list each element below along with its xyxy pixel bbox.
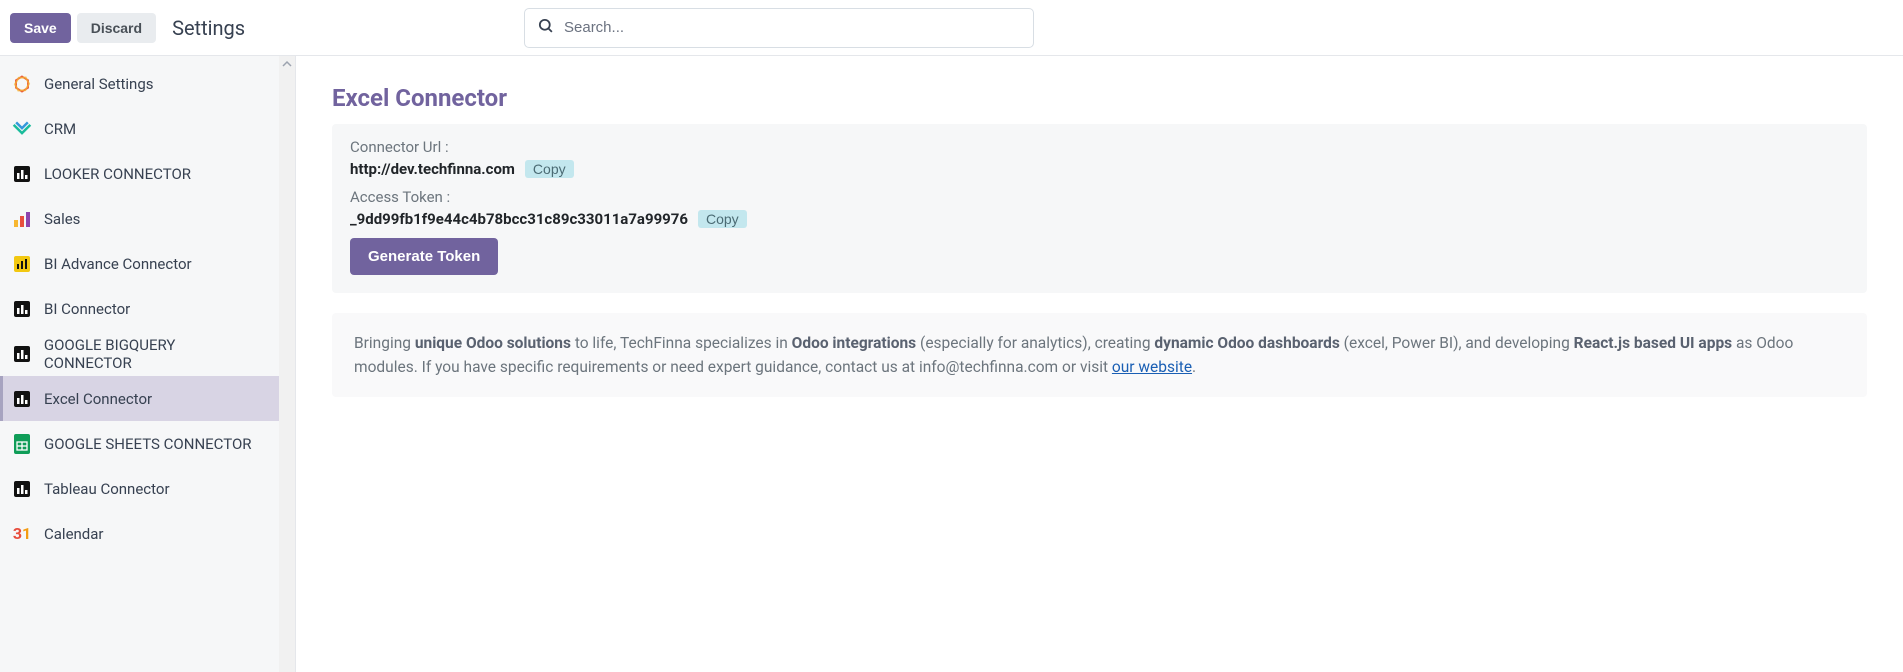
top-bar: Save Discard Settings: [0, 0, 1903, 56]
sidebar-item-label: BI Connector: [44, 300, 130, 318]
copy-url-button[interactable]: Copy: [525, 160, 574, 178]
sidebar-item-label: LOOKER CONNECTOR: [44, 165, 191, 183]
sidebar-item-calendar[interactable]: 31 Calendar: [0, 511, 280, 556]
connector-url-label: Connector Url :: [350, 138, 1849, 156]
sidebar-item-excel-connector[interactable]: Excel Connector: [0, 376, 280, 421]
connector-panel: Connector Url : http://dev.techfinna.com…: [332, 124, 1867, 293]
sidebar-item-label: Calendar: [44, 525, 104, 543]
search-input[interactable]: [564, 19, 1021, 36]
discard-button[interactable]: Discard: [77, 13, 156, 43]
scrollbar-up-icon[interactable]: [279, 56, 295, 72]
copy-token-button[interactable]: Copy: [698, 210, 747, 228]
sidebar-item-general-settings[interactable]: General Settings: [0, 61, 280, 106]
bigquery-icon: [8, 345, 36, 363]
info-text: .: [1192, 358, 1196, 376]
save-button[interactable]: Save: [10, 13, 71, 43]
sidebar-item-label: Sales: [44, 210, 80, 228]
search-box[interactable]: [524, 8, 1034, 48]
info-highlight: dynamic Odoo dashboards: [1154, 334, 1339, 352]
settings-sidebar: General Settings CRM LOOKER CONNECTO: [0, 56, 296, 672]
sidebar-item-label: CRM: [44, 120, 76, 138]
sidebar-item-looker-connector[interactable]: LOOKER CONNECTOR: [0, 151, 280, 196]
sidebar-item-tableau-connector[interactable]: Tableau Connector: [0, 466, 280, 511]
generate-token-button[interactable]: Generate Token: [350, 238, 498, 275]
access-token-label: Access Token :: [350, 188, 1849, 206]
page-title: Settings: [172, 16, 245, 40]
info-highlight: React.js based UI apps: [1574, 334, 1732, 352]
sidebar-item-sales[interactable]: Sales: [0, 196, 280, 241]
bi-icon: [8, 300, 36, 318]
access-token-value: _9dd99fb1f9e44c4b78bcc31c89c33011a7a9997…: [350, 210, 688, 228]
search-icon: [537, 17, 554, 38]
excel-icon: [8, 390, 36, 408]
looker-icon: [8, 165, 36, 183]
info-text: or visit: [1062, 358, 1112, 376]
website-link[interactable]: our website: [1112, 358, 1192, 376]
crm-icon: [8, 120, 36, 138]
tableau-icon: [8, 480, 36, 498]
info-highlight: unique Odoo solutions: [415, 334, 571, 352]
sidebar-scrollbar[interactable]: [279, 56, 295, 672]
info-text: to life, TechFinna specializes in: [575, 334, 792, 352]
sales-icon: [8, 210, 36, 228]
settings-content: Excel Connector Connector Url : http://d…: [296, 56, 1903, 672]
info-panel: Bringing unique Odoo solutions to life, …: [332, 313, 1867, 397]
connector-url-value: http://dev.techfinna.com: [350, 160, 515, 178]
sheets-icon: [8, 434, 36, 454]
info-email: info@techfinna.com: [919, 358, 1058, 376]
sidebar-item-bi-connector[interactable]: BI Connector: [0, 286, 280, 331]
sidebar-item-google-bigquery-connector[interactable]: GOOGLE BIGQUERY CONNECTOR: [0, 331, 280, 376]
section-title: Excel Connector: [332, 84, 1867, 112]
search-container: [524, 8, 1034, 48]
sidebar-item-label: GOOGLE SHEETS CONNECTOR: [44, 435, 252, 453]
general-icon: [8, 75, 36, 93]
sidebar-item-label: General Settings: [44, 75, 154, 93]
sidebar-item-bi-advance-connector[interactable]: BI Advance Connector: [0, 241, 280, 286]
sidebar-item-label: Tableau Connector: [44, 480, 170, 498]
info-text: (especially for analytics), creating: [920, 334, 1154, 352]
sidebar-item-label: Excel Connector: [44, 390, 152, 408]
bi-adv-icon: [8, 255, 36, 273]
calendar-icon: 31: [8, 524, 36, 543]
sidebar-item-google-sheets-connector[interactable]: GOOGLE SHEETS CONNECTOR: [0, 421, 280, 466]
sidebar-item-crm[interactable]: CRM: [0, 106, 280, 151]
info-text: (excel, Power BI), and developing: [1344, 334, 1574, 352]
sidebar-item-label: BI Advance Connector: [44, 255, 192, 273]
info-text: Bringing: [354, 334, 415, 352]
sidebar-item-label: GOOGLE BIGQUERY CONNECTOR: [44, 336, 266, 372]
info-highlight: Odoo integrations: [792, 334, 917, 352]
